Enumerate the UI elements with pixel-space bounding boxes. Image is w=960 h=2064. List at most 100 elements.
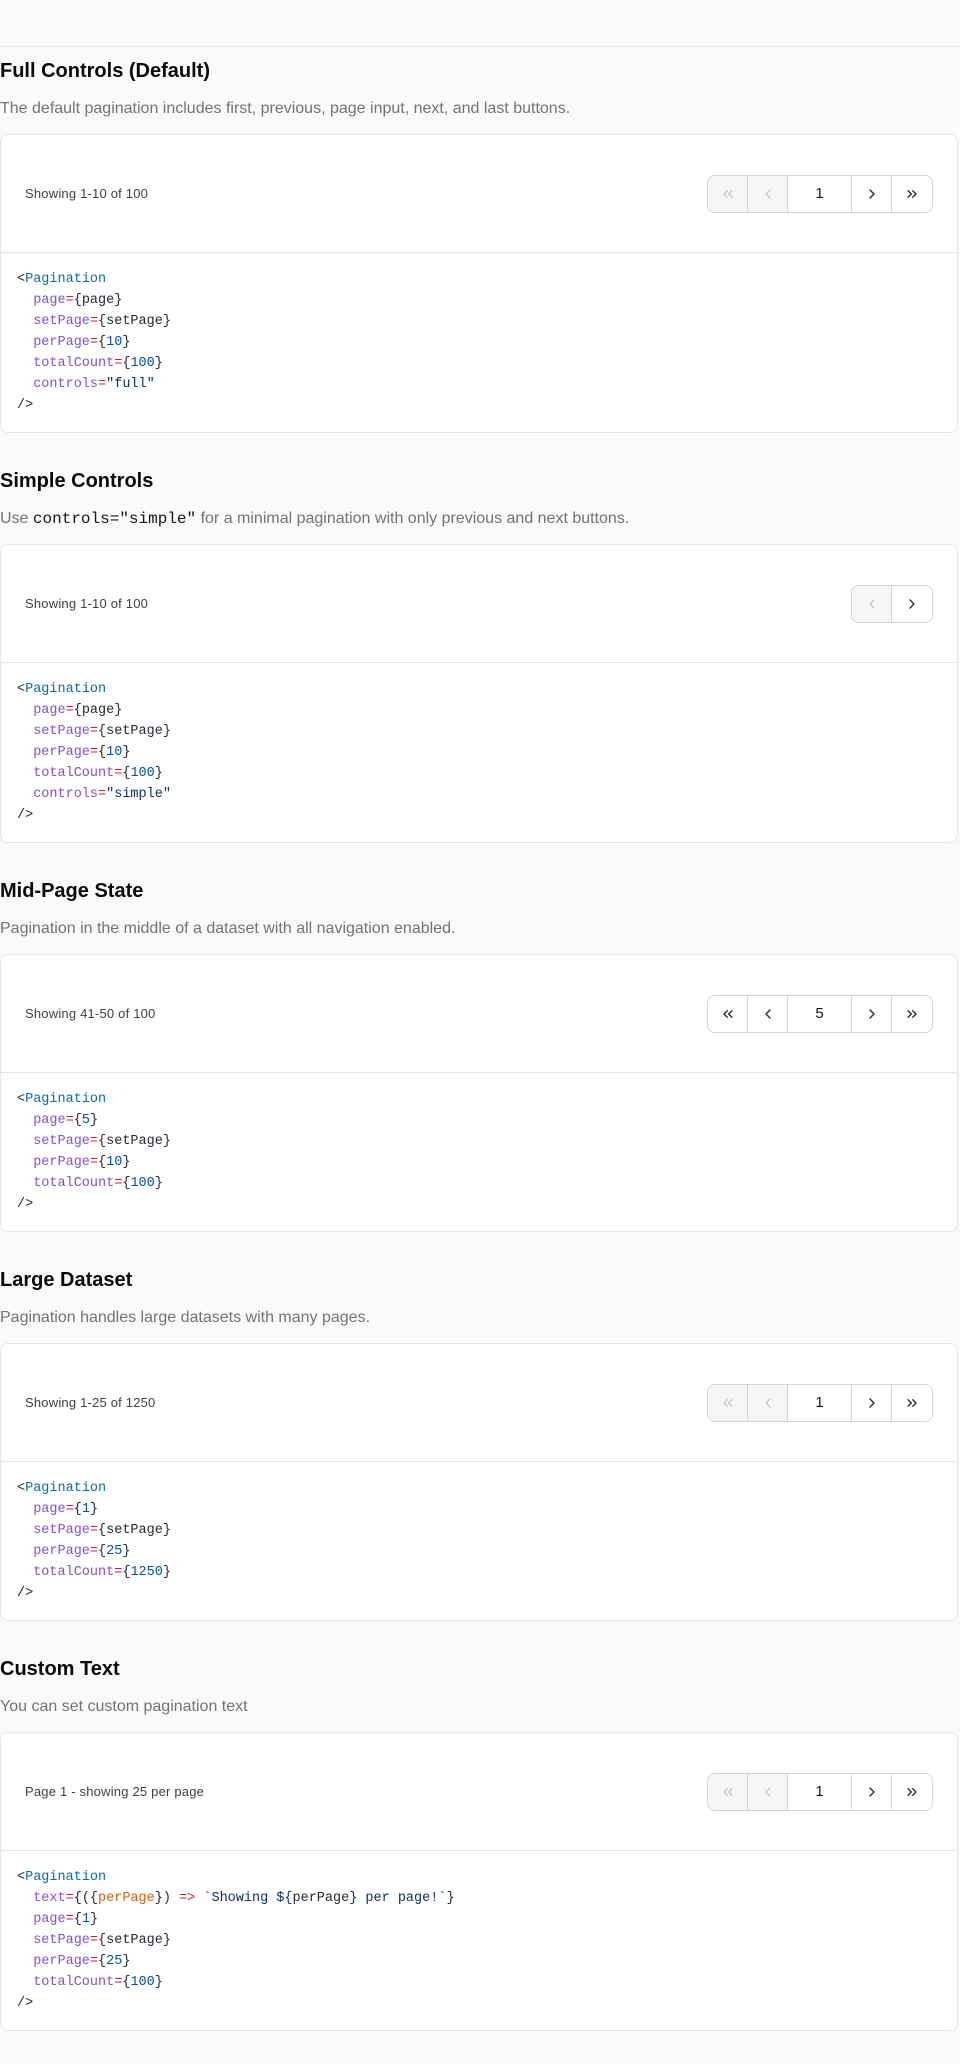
first-page-button[interactable] xyxy=(708,995,748,1032)
previous-page-button[interactable] xyxy=(748,175,788,212)
code-token: perPage xyxy=(17,1155,90,1170)
code-token: Pagination xyxy=(25,1092,107,1107)
code-line: setPage={setPage} xyxy=(17,721,941,742)
code-token: < xyxy=(17,272,26,287)
chevrons-left-icon xyxy=(722,1787,733,1796)
showing-text: Showing 41-50 of 100 xyxy=(25,1006,156,1021)
code-line: <Pagination xyxy=(17,679,941,700)
code-token: 10 xyxy=(106,745,123,760)
code-token: /> xyxy=(17,808,34,823)
page-input[interactable]: 1 xyxy=(788,1773,852,1810)
code-token: = xyxy=(65,1502,74,1517)
code-token: = xyxy=(89,1155,99,1170)
code-token: Pagination xyxy=(25,682,107,697)
page-input[interactable]: 1 xyxy=(788,1384,852,1421)
last-page-button[interactable] xyxy=(892,175,932,212)
example-card: Showing 1-25 of 1250 1 <Pagination page=… xyxy=(0,1343,958,1621)
code-token: } xyxy=(89,1113,99,1128)
first-page-button[interactable] xyxy=(708,175,748,212)
chevron-right-icon xyxy=(868,1008,875,1019)
code-line: <Pagination xyxy=(17,1867,941,1888)
page-input[interactable]: 5 xyxy=(788,995,852,1032)
code-token: = xyxy=(65,1891,74,1906)
previous-page-button[interactable] xyxy=(748,1773,788,1810)
code-token: setPage xyxy=(17,1523,90,1538)
code-token: page xyxy=(17,1502,66,1517)
code-token: = xyxy=(89,1544,99,1559)
code-token: page xyxy=(17,293,66,308)
chevron-left-icon xyxy=(764,1786,771,1797)
preview-area: Showing 1-10 of 100 xyxy=(1,545,957,663)
code-token: } xyxy=(122,1954,131,1969)
next-page-button[interactable] xyxy=(892,585,932,622)
code-token: } xyxy=(154,356,163,371)
showing-text: Showing 1-10 of 100 xyxy=(25,596,149,611)
section-large-dataset: Large Dataset Pagination handles large d… xyxy=(0,1266,960,1621)
code-token: 100 xyxy=(130,766,155,781)
code-line: perPage={25} xyxy=(17,1951,941,1972)
code-token: = xyxy=(89,1523,99,1538)
code-token: = xyxy=(89,314,99,329)
code-token: Pagination xyxy=(25,272,107,287)
code-token: = xyxy=(89,724,99,739)
code-block: <Pagination text={({perPage}) => `Showin… xyxy=(1,1851,957,2030)
chevron-right-icon xyxy=(868,188,875,199)
code-token: } xyxy=(154,766,163,781)
code-line: controls="full" xyxy=(17,374,941,395)
chevron-right-icon xyxy=(909,598,915,609)
code-token: totalCount xyxy=(17,1176,115,1191)
pagination: 5 xyxy=(707,994,933,1033)
chevron-left-icon xyxy=(764,188,771,199)
chevrons-left-icon xyxy=(722,1009,733,1018)
code-token: < xyxy=(17,1870,26,1885)
next-page-button[interactable] xyxy=(852,175,892,212)
section-description: Pagination in the middle of a dataset wi… xyxy=(0,920,456,937)
code-block: <Pagination page={1} setPage={setPage} p… xyxy=(1,1462,957,1620)
next-page-button[interactable] xyxy=(852,1773,892,1810)
section-title: Mid-Page State xyxy=(0,880,144,902)
first-page-button[interactable] xyxy=(708,1773,748,1810)
code-token: /> xyxy=(17,1586,34,1601)
next-page-button[interactable] xyxy=(852,995,892,1032)
code-token: { xyxy=(73,1502,82,1517)
section-title: Custom Text xyxy=(0,1658,120,1680)
top-bar xyxy=(0,0,960,47)
page-input[interactable]: 1 xyxy=(788,175,852,212)
first-page-button[interactable] xyxy=(708,1384,748,1421)
code-line: /> xyxy=(17,1583,941,1604)
previous-page-button[interactable] xyxy=(748,995,788,1032)
code-token: = xyxy=(89,335,99,350)
code-token: { xyxy=(98,1544,107,1559)
code-token: 1 xyxy=(81,1912,90,1927)
code-token: = xyxy=(65,1912,74,1927)
next-page-button[interactable] xyxy=(852,1384,892,1421)
code-line: totalCount={100} xyxy=(17,1972,941,1993)
code-line: <Pagination xyxy=(17,1478,941,1499)
code-token: = xyxy=(89,1954,99,1969)
chevrons-left-icon xyxy=(722,1398,733,1407)
code-token: page xyxy=(17,703,66,718)
code-token: = xyxy=(89,745,99,760)
previous-page-button[interactable] xyxy=(852,585,892,622)
last-page-button[interactable] xyxy=(892,1773,932,1810)
code-token: {setPage} xyxy=(98,1523,171,1538)
last-page-button[interactable] xyxy=(892,995,932,1032)
section-description: You can set custom pagination text xyxy=(0,1698,248,1715)
section-mid-page-state: Mid-Page State Pagination in the middle … xyxy=(0,877,960,1232)
last-page-button[interactable] xyxy=(892,1384,932,1421)
code-line: perPage={10} xyxy=(17,332,941,353)
code-token: } xyxy=(89,1912,99,1927)
showing-text: Showing 1-25 of 1250 xyxy=(25,1395,156,1410)
code-token: Pagination xyxy=(25,1481,107,1496)
code-token: totalCount xyxy=(17,1565,115,1580)
code-token: 25 xyxy=(106,1544,123,1559)
code-token: {page} xyxy=(73,703,123,718)
code-token: } xyxy=(122,335,131,350)
code-block: <Pagination page={page} setPage={setPage… xyxy=(1,253,957,432)
code-token: {({ xyxy=(73,1891,99,1906)
code-line: controls="simple" xyxy=(17,784,941,805)
code-line: perPage={10} xyxy=(17,1152,941,1173)
example-card: Showing 1-10 of 100 <Pagination page = {pa… xyxy=(0,544,958,843)
code-token: perPage xyxy=(292,1891,350,1906)
previous-page-button[interactable] xyxy=(748,1384,788,1421)
